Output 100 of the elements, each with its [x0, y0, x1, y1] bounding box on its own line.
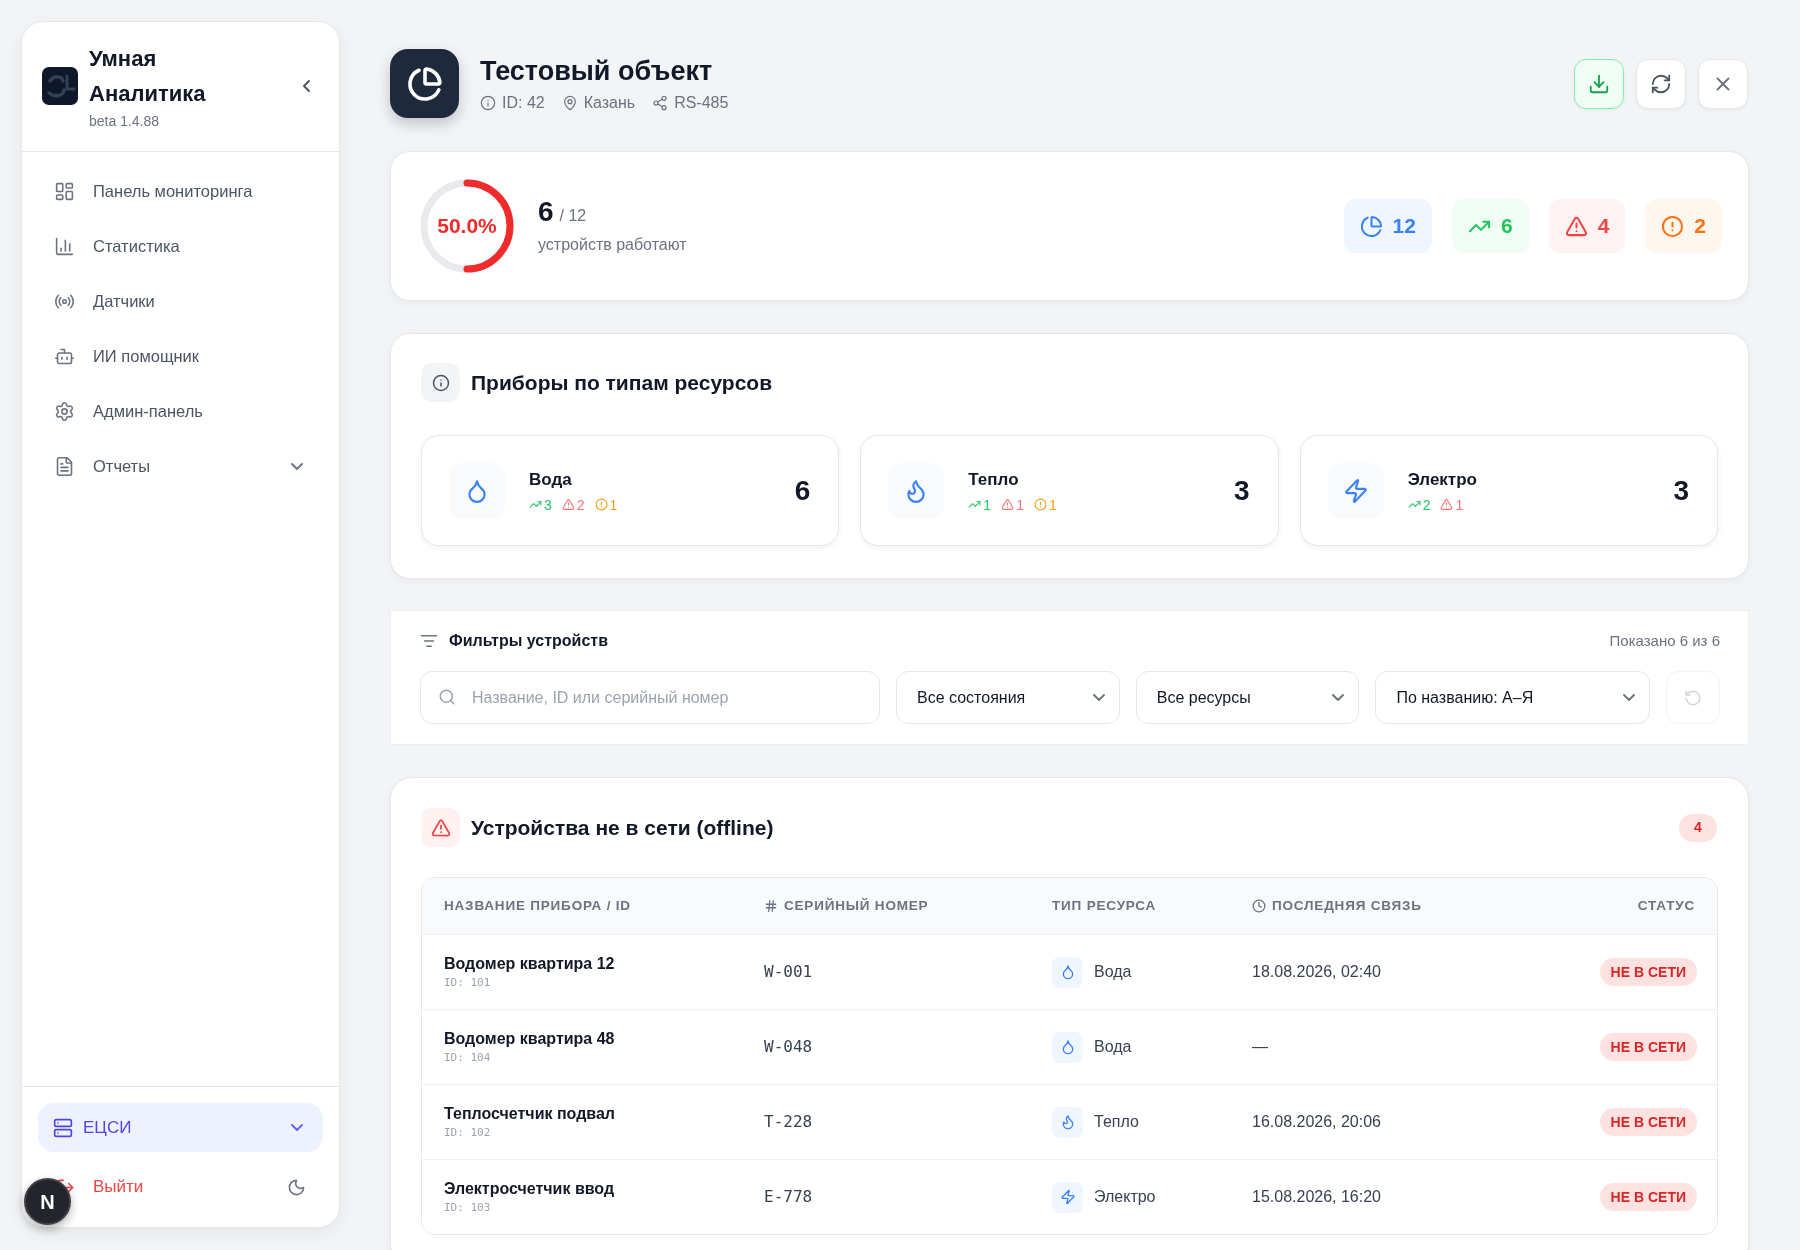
- status-badge: НЕ В СЕТИ: [1599, 1033, 1697, 1061]
- device-count: 3: [1673, 473, 1689, 508]
- document-icon: [54, 456, 75, 477]
- moon-icon: [286, 1177, 306, 1197]
- trending-up-icon: [968, 498, 982, 511]
- stat-count: 2: [576, 496, 585, 513]
- count-badge: 4: [1679, 813, 1717, 842]
- server-icon: [53, 1117, 73, 1138]
- device-name: Теплосчетчик подвал: [444, 1104, 616, 1124]
- resource-select[interactable]: Все ресурсы: [1135, 671, 1360, 724]
- device-name: Электросчетчик ввод: [444, 1179, 616, 1199]
- alert-circle-icon: [594, 498, 608, 511]
- trending-up-icon: [529, 498, 542, 511]
- nav-item[interactable]: Панель мониторинга: [38, 164, 323, 219]
- stat-count: 1: [1048, 496, 1057, 513]
- device-id: ID: 101: [444, 976, 492, 990]
- flame-icon: [888, 462, 945, 519]
- status-badge: НЕ В СЕТИ: [1599, 1108, 1697, 1136]
- close-button[interactable]: [1698, 58, 1748, 109]
- robot-icon: [54, 346, 75, 367]
- hash-icon: [764, 899, 778, 913]
- serial-number: W-001: [764, 962, 813, 981]
- meta-label: Казань: [583, 93, 636, 113]
- nav-item[interactable]: Датчики: [38, 274, 323, 329]
- pie-chart-icon: [390, 49, 459, 118]
- resource-type: Вода: [1094, 1037, 1132, 1057]
- resource-name: Тепло: [968, 468, 1020, 491]
- pie-chart-icon: [1359, 214, 1383, 238]
- device-count: 6: [794, 473, 811, 508]
- serial-number: E-778: [764, 1187, 813, 1206]
- nav-item[interactable]: Статистика: [38, 219, 323, 274]
- nav-item[interactable]: ИИ помощник: [38, 329, 323, 384]
- object-title: Тестовый объект: [480, 55, 714, 88]
- section-title: Приборы по типам ресурсов: [471, 369, 773, 396]
- device-name: Водомер квартира 48: [444, 1029, 616, 1049]
- stat-count: 3: [544, 496, 552, 513]
- chevron-down-icon: [1092, 694, 1105, 701]
- nav-item[interactable]: Админ-панель: [38, 384, 323, 439]
- meta-label: RS-485: [674, 93, 729, 113]
- filters-title: Фильтры устройств: [449, 631, 608, 651]
- stat-count: 1: [1455, 496, 1464, 513]
- reset-icon: [1684, 688, 1703, 707]
- chevron-left-icon: [302, 79, 310, 92]
- resource-type: Электро: [1094, 1187, 1156, 1207]
- download-icon: [1588, 72, 1610, 95]
- device-id: ID: 102: [444, 1126, 492, 1140]
- droplet-icon: [449, 462, 505, 519]
- device-name: Водомер квартира 12: [444, 954, 616, 974]
- info-icon: [480, 95, 496, 111]
- resource-name: Электро: [1407, 468, 1477, 491]
- warning-icon: [1564, 214, 1588, 238]
- search-icon: [438, 688, 456, 706]
- serial-number: T-228: [764, 1112, 813, 1131]
- column-header: ТИП РЕСУРСА: [1052, 896, 1157, 915]
- droplet-icon: [1052, 956, 1083, 988]
- serial-number: W-048: [764, 1037, 813, 1056]
- last-seen: 15.08.2026, 16:20: [1252, 1188, 1381, 1205]
- lightning-icon: [1052, 1181, 1083, 1213]
- status-select[interactable]: Все состояния: [896, 671, 1120, 724]
- refresh-button[interactable]: [1636, 58, 1686, 109]
- resource-type: Тепло: [1094, 1112, 1139, 1132]
- lightning-icon: [1327, 462, 1384, 519]
- column-header: СТАТУС: [1637, 896, 1695, 915]
- filter-icon: [420, 632, 438, 650]
- stat-count: 1: [983, 496, 992, 513]
- settings-icon: [54, 401, 75, 422]
- stat-value: 6: [1500, 213, 1513, 240]
- search-field[interactable]: Название, ID или серийный номер: [420, 671, 880, 724]
- column-header: СЕРИЙНЫЙ НОМЕР: [784, 896, 929, 915]
- device-id: ID: 103: [444, 1201, 492, 1215]
- dark-mode-button[interactable]: [286, 1177, 306, 1197]
- droplet-icon: [1052, 1031, 1083, 1063]
- warning-icon: [1440, 498, 1454, 511]
- gauge-percent: 50.0%: [437, 213, 497, 240]
- alert-circle-icon: [1661, 214, 1685, 238]
- device-id: ID: 104: [444, 1051, 492, 1065]
- stat-count: 1: [1016, 496, 1024, 513]
- download-button[interactable]: [1574, 58, 1624, 109]
- last-seen: 16.08.2026, 20:06: [1252, 1113, 1381, 1130]
- section-title: Устройства не в сети (offline): [471, 814, 774, 841]
- chevron-down-icon: [1332, 694, 1345, 701]
- last-seen: —: [1252, 1038, 1268, 1055]
- stat-value: 2: [1694, 213, 1706, 240]
- clock-icon: [1252, 899, 1266, 913]
- stat-value: 12: [1392, 213, 1416, 240]
- meta-label: ID: 42: [502, 93, 545, 113]
- working-count: 6: [538, 195, 554, 229]
- status-badge: НЕ В СЕТИ: [1599, 958, 1697, 986]
- device-count: 3: [1234, 473, 1250, 508]
- stat-value: 4: [1597, 213, 1610, 240]
- sort-select[interactable]: По названию: А–Я: [1375, 671, 1651, 724]
- resource-type: Вода: [1094, 962, 1132, 982]
- version-label: beta 1.4.88: [89, 112, 161, 130]
- nav-item[interactable]: Отчеты: [38, 439, 323, 494]
- logout-button[interactable]: Выйти: [93, 1174, 144, 1200]
- workspace-select[interactable]: ЕЦСИ: [38, 1103, 323, 1152]
- stat-count: 1: [609, 496, 618, 513]
- status-caption: устройств работают: [538, 235, 687, 255]
- logo-icon: [42, 66, 78, 105]
- results-count: Показано 6 из 6: [1609, 630, 1720, 651]
